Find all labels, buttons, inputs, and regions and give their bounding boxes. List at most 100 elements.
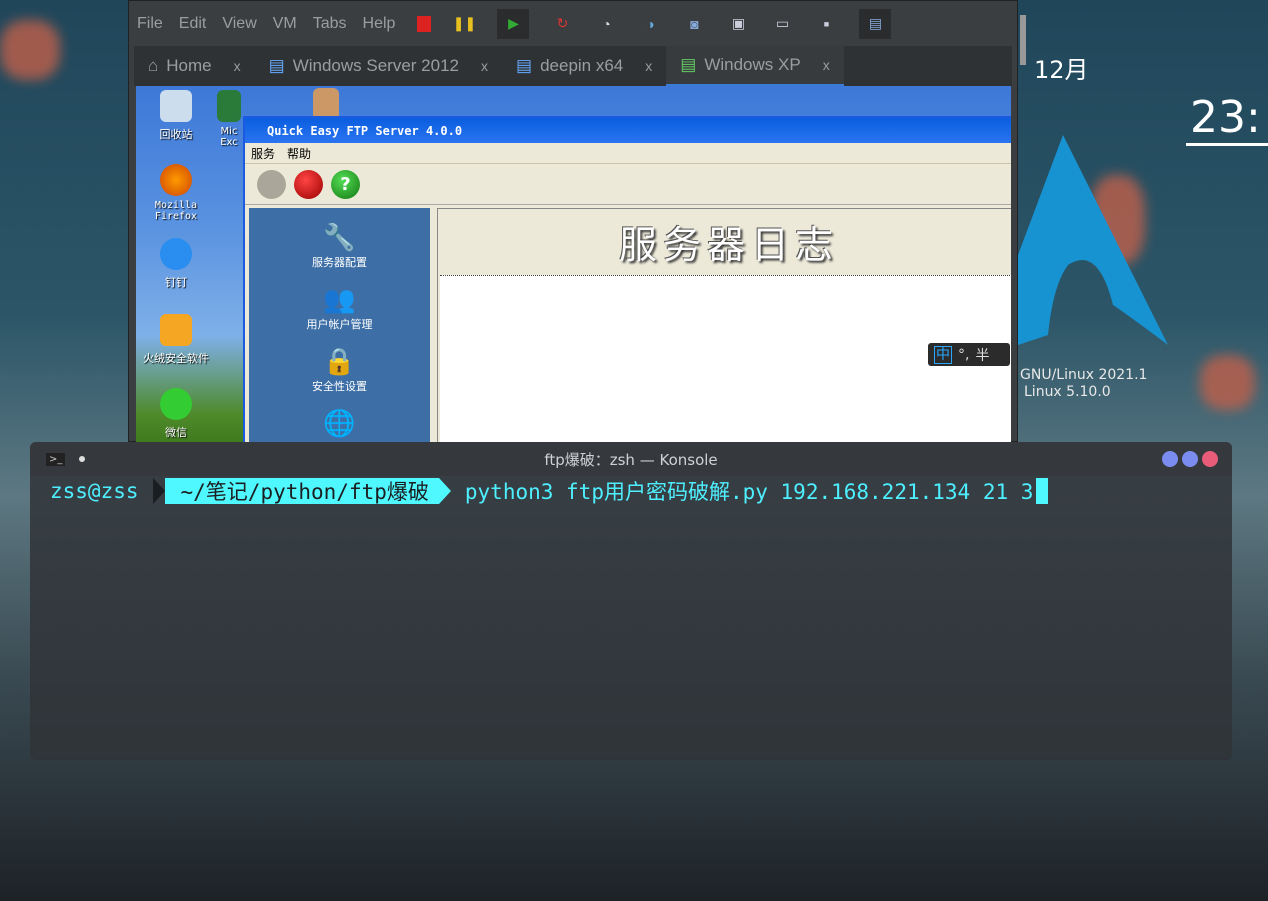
maximize-button[interactable] — [1182, 451, 1198, 467]
globe-icon: 🌐 — [323, 409, 356, 439]
terminal-cursor — [1036, 478, 1049, 504]
close-tab-icon[interactable]: x — [823, 57, 830, 73]
close-tab-icon[interactable]: x — [481, 58, 488, 74]
konsole-title: ftp爆破：zsh — Konsole — [544, 450, 718, 469]
help-icon: ? — [340, 173, 351, 195]
power-off-icon[interactable] — [417, 15, 432, 32]
menu-help[interactable]: Help — [363, 15, 396, 33]
sidebar-item-security[interactable]: 🔒 安全性设置 — [249, 346, 430, 394]
icon-label: 钉钉 — [165, 276, 187, 289]
ime-punct[interactable]: °, — [958, 347, 969, 363]
vmware-window: File Edit View VM Tabs Help ❚❚ ▶ ↻ ◔ ◑ ◙… — [128, 0, 1018, 443]
konsole-title-bar[interactable]: >_ ftp爆破：zsh — Konsole — [30, 442, 1232, 476]
tab-label: Windows Server 2012 — [292, 56, 460, 75]
desktop-icon-huorong[interactable]: 火绒安全软件 — [136, 314, 216, 366]
desktop-icon-dingtalk[interactable]: 钉钉 — [136, 238, 216, 290]
lock-icon: 🔒 — [323, 347, 356, 377]
wechat-icon — [160, 388, 192, 420]
command-input[interactable]: python3 ftp用户密码破解.py 192.168.221.134 21 … — [465, 476, 1034, 506]
ftp-toolbar: ? — [245, 164, 1011, 205]
tab-label: Home — [166, 56, 212, 75]
menu-tabs[interactable]: Tabs — [313, 15, 347, 33]
tab-home[interactable]: ⌂ Home x — [134, 46, 255, 86]
close-button[interactable] — [1202, 451, 1218, 467]
vm-tabs: ⌂ Home x ▤ Windows Server 2012 x ▤ deepin x64… — [134, 46, 1012, 86]
menu-view[interactable]: View — [222, 15, 256, 33]
play-icon[interactable]: ▶ — [497, 8, 530, 39]
huorong-icon — [160, 314, 192, 346]
log-area[interactable] — [440, 275, 1011, 443]
close-tab-icon[interactable]: x — [234, 58, 241, 74]
tab-windows-xp[interactable]: ▤ Windows XP x — [666, 46, 844, 86]
ime-width[interactable]: 半 — [975, 345, 989, 365]
ftp-server-window: Quick Easy FTP Server 4.0.0 服务 帮助 ? 🔧 服务器… — [243, 116, 1011, 443]
users-icon: 👥 — [323, 285, 356, 315]
tab-label: deepin x64 — [540, 56, 624, 75]
icon-label: Mic Exc — [220, 126, 238, 148]
help-button[interactable]: ? — [331, 169, 360, 199]
icon-label: 火绒安全软件 — [143, 352, 209, 365]
kernel-label: Linux 5.10.0 — [1024, 384, 1111, 400]
tools-icon: 🔧 — [323, 223, 356, 253]
fit-icon[interactable]: ■ — [815, 13, 837, 35]
vm-icon: ▤ — [268, 56, 285, 75]
tab-deepin-x64[interactable]: ▤ deepin x64 x — [502, 46, 666, 86]
arch-logo-icon — [1018, 135, 1168, 345]
icon-label: 回收站 — [159, 128, 193, 141]
desktop-icon-excel[interactable]: Mic Exc — [214, 90, 244, 148]
ime-mode[interactable]: 中 — [934, 345, 952, 364]
recycle-bin-icon — [160, 90, 192, 122]
distro-label: GNU/Linux 2021.1 — [1020, 367, 1148, 383]
terminal-icon: >_ — [46, 452, 66, 466]
sidebar-label: 安全性设置 — [312, 380, 367, 393]
vm-screen[interactable]: 回收站 Mozilla Firefox 钉钉 火绒安全软件 微信 Mic Exc… — [136, 86, 1011, 443]
log-title: 服务器日志 — [618, 223, 839, 267]
month-label: 12月 — [1034, 56, 1089, 84]
sidebar-toggle-icon[interactable]: ▣ — [727, 13, 749, 35]
ftp-title-bar[interactable]: Quick Easy FTP Server 4.0.0 — [245, 118, 1011, 143]
window-title: Quick Easy FTP Server 4.0.0 — [267, 123, 463, 138]
sidebar-label: 用户帐户管理 — [306, 318, 373, 331]
start-server-button[interactable] — [257, 169, 286, 199]
server-log-panel: 服务器日志 — [437, 208, 1011, 443]
prompt-separator — [438, 478, 451, 504]
dingtalk-icon — [160, 238, 192, 270]
tab-windows-server-2012[interactable]: ▤ Windows Server 2012 x — [255, 46, 502, 86]
pin-icon[interactable] — [79, 456, 86, 462]
sidebar-item-network[interactable]: 🌐 — [249, 408, 430, 440]
desktop-icon-recycle-bin[interactable]: 回收站 — [136, 90, 216, 142]
snapshot-icon[interactable]: ◔ — [595, 13, 617, 35]
konsole-window: >_ ftp爆破：zsh — Konsole zss@zss ~/笔记/pyth… — [30, 442, 1232, 760]
desktop-icon-firefox[interactable]: Mozilla Firefox — [136, 164, 216, 222]
vmware-menubar: File Edit View VM Tabs Help ❚❚ ▶ ↻ ◔ ◑ ◙… — [129, 1, 1017, 46]
stop-server-button[interactable] — [294, 169, 323, 199]
menu-vm[interactable]: VM — [273, 15, 297, 33]
icon-label: 微信 — [165, 426, 187, 439]
sidebar-label: 服务器配置 — [312, 256, 367, 269]
ime-indicator[interactable]: 中 °, 半 — [928, 343, 1010, 366]
minimize-button[interactable] — [1162, 451, 1178, 467]
restart-icon[interactable]: ↻ — [551, 13, 573, 35]
menu-service[interactable]: 服务 — [251, 145, 275, 162]
sidebar-item-server-config[interactable]: 🔧 服务器配置 — [249, 222, 430, 270]
fullscreen-icon[interactable]: ▤ — [859, 8, 892, 39]
thumbnail-icon[interactable]: ▭ — [771, 13, 793, 35]
prompt-user: zss@zss — [50, 479, 139, 503]
icon-label: Mozilla Firefox — [154, 200, 198, 222]
menu-edit[interactable]: Edit — [179, 15, 207, 33]
snapshot-manager-icon[interactable]: ◙ — [683, 13, 705, 35]
pause-icon[interactable]: ❚❚ — [453, 13, 476, 35]
vm-running-icon: ▤ — [680, 55, 697, 74]
prompt-path: ~/笔记/python/ftp爆破 — [164, 478, 439, 504]
terminal-prompt-line[interactable]: zss@zss ~/笔记/python/ftp爆破 python3 ftp用户密… — [30, 476, 1232, 506]
date-divider — [1020, 15, 1026, 65]
sidebar-item-user-accounts[interactable]: 👥 用户帐户管理 — [249, 284, 430, 332]
menu-file[interactable]: File — [137, 15, 163, 33]
ftp-sidebar: 🔧 服务器配置 👥 用户帐户管理 🔒 安全性设置 🌐 — [249, 208, 430, 443]
menu-help[interactable]: 帮助 — [287, 145, 311, 162]
revert-snapshot-icon[interactable]: ◑ — [639, 13, 661, 35]
vm-icon: ▤ — [516, 56, 533, 75]
close-tab-icon[interactable]: x — [645, 58, 652, 74]
home-icon: ⌂ — [148, 56, 159, 75]
desktop-icon-wechat[interactable]: 微信 — [136, 388, 216, 440]
